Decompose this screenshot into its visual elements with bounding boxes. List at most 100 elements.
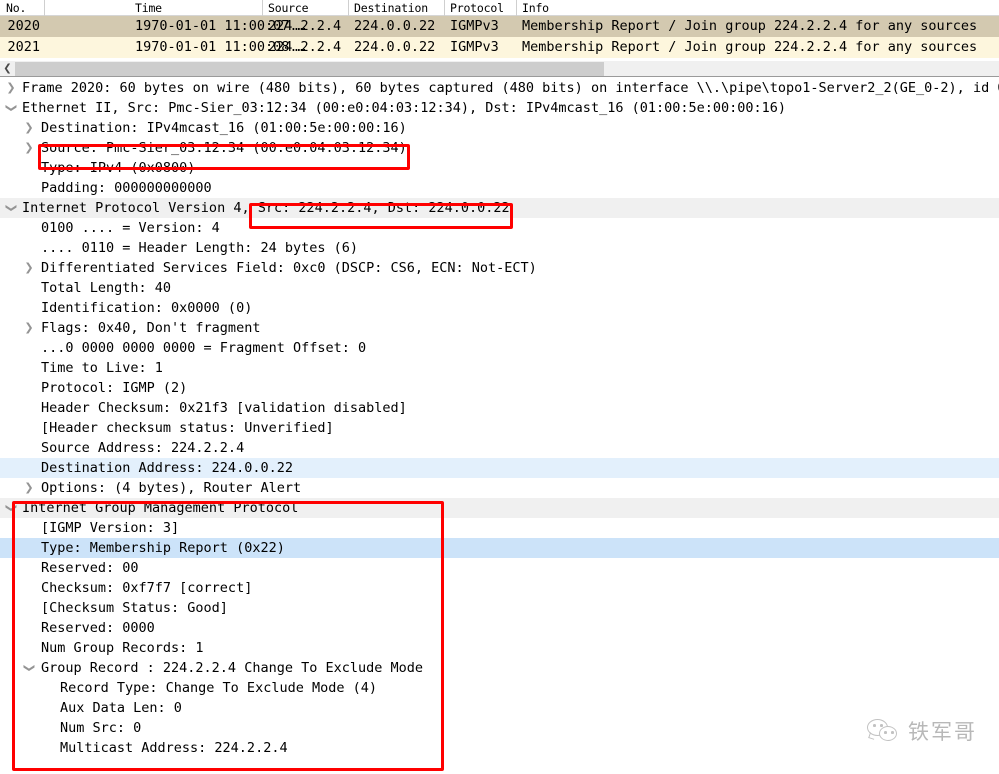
chevron-right-icon[interactable]: ❯ (22, 138, 36, 158)
detail-tree-row[interactable]: .... 0110 = Header Length: 24 bytes (6) (0, 238, 999, 258)
detail-tree-label: Source Address: 224.2.2.4 (41, 440, 245, 456)
detail-tree-label: Record Type: Change To Exclude Mode (4) (60, 680, 377, 696)
column-header-destination[interactable]: Destination (350, 1, 444, 16)
packet-detail-tree: ❯ Frame 2020: 60 bytes on wire (480 bits)… (0, 78, 999, 774)
detail-tree-row[interactable]: [IGMP Version: 3] (0, 518, 999, 538)
detail-tree-label: Padding: 000000000000 (41, 180, 212, 196)
detail-tree-row[interactable]: ❯ Destination: IPv4mcast_16 (01:00:5e:00:… (0, 118, 999, 138)
detail-tree-label: Multicast Address: 224.2.2.4 (60, 740, 288, 756)
detail-tree-label: Time to Live: 1 (41, 360, 163, 376)
detail-tree-label: Type: Membership Report (0x22) (41, 540, 285, 556)
detail-tree-row[interactable]: 0100 .... = Version: 4 (0, 218, 999, 238)
detail-tree-label: Header Checksum: 0x21f3 [validation disa… (41, 400, 407, 416)
column-separator[interactable] (348, 0, 349, 16)
detail-tree-row[interactable]: Multicast Address: 224.2.2.4 (0, 738, 999, 758)
detail-tree-row[interactable]: Reserved: 00 (0, 558, 999, 578)
detail-tree-row[interactable]: ❯ Frame 2020: 60 bytes on wire (480 bits)… (0, 78, 999, 98)
detail-tree-row[interactable]: ❯ Group Record : 224.2.2.4 Change To Excl… (0, 658, 999, 678)
detail-tree-row[interactable]: ❯ Source: Pmc-Sier_03:12:34 (00:e0:04:03:… (0, 138, 999, 158)
column-header-protocol[interactable]: Protocol (446, 1, 516, 16)
detail-tree-label: Ethernet II, Src: Pmc-Sier_03:12:34 (00:… (22, 100, 787, 116)
column-header-no[interactable]: No. (2, 1, 44, 16)
detail-tree-row[interactable]: Num Group Records: 1 (0, 638, 999, 658)
detail-tree-row[interactable]: ❯ Internet Group Management Protocol (0, 498, 999, 518)
detail-tree-row[interactable]: [Header checksum status: Unverified] (0, 418, 999, 438)
detail-tree-label: ...0 0000 0000 0000 = Fragment Offset: 0 (41, 340, 367, 356)
packet-list-hscrollbar[interactable]: ❮ (0, 61, 999, 77)
column-header-source[interactable]: Source (264, 1, 348, 16)
chevron-right-icon[interactable]: ❯ (22, 478, 36, 498)
packet-cell-no: 2020 (7, 18, 40, 34)
watermark: 铁军哥 (867, 716, 977, 746)
watermark-text: 铁军哥 (908, 720, 977, 744)
detail-tree-label: Destination: IPv4mcast_16 (01:00:5e:00:0… (41, 120, 407, 136)
chevron-down-icon[interactable]: ❯ (1, 101, 21, 115)
detail-tree-row[interactable]: ❯ Options: (4 bytes), Router Alert (0, 478, 999, 498)
packet-cell-source: 224.2.2.4 (268, 18, 342, 34)
detail-tree-row[interactable]: Reserved: 0000 (0, 618, 999, 638)
scroll-left-arrow-icon[interactable]: ❮ (0, 61, 15, 76)
detail-tree-row[interactable]: Source Address: 224.2.2.4 (0, 438, 999, 458)
detail-tree-row[interactable]: Protocol: IGMP (2) (0, 378, 999, 398)
detail-tree-label: Reserved: 0000 (41, 620, 155, 636)
detail-tree-row[interactable]: ❯ Internet Protocol Version 4, Src: 224.2… (0, 198, 999, 218)
detail-tree-label: Identification: 0x0000 (0) (41, 300, 253, 316)
packet-cell-info: Membership Report / Join group 224.2.2.4… (522, 18, 978, 34)
packet-cell-destination: 224.0.0.22 (354, 18, 436, 34)
detail-tree-row[interactable]: Identification: 0x0000 (0) (0, 298, 999, 318)
detail-tree-label: Reserved: 00 (41, 560, 139, 576)
chevron-right-icon[interactable]: ❯ (22, 118, 36, 138)
detail-tree-row[interactable]: Record Type: Change To Exclude Mode (4) (0, 678, 999, 698)
detail-tree-row[interactable]: Checksum: 0xf7f7 [correct] (0, 578, 999, 598)
chevron-right-icon[interactable]: ❯ (4, 78, 18, 98)
packet-list-pane: No. Time Source Destination Protocol Info 202… (0, 0, 999, 60)
detail-tree-label: Total Length: 40 (41, 280, 172, 296)
detail-tree-row[interactable]: ❯ Flags: 0x40, Don't fragment (0, 318, 999, 338)
detail-tree-label: Internet Group Management Protocol (22, 500, 299, 516)
wireshark-window: No. Time Source Destination Protocol Info 202… (0, 0, 999, 774)
detail-tree-label: Checksum: 0xf7f7 [correct] (41, 580, 253, 596)
chevron-right-icon[interactable]: ❯ (22, 318, 36, 338)
column-separator[interactable] (44, 0, 45, 16)
detail-tree-row[interactable]: ❯ Ethernet II, Src: Pmc-Sier_03:12:34 (00… (0, 98, 999, 118)
detail-tree-row[interactable]: Total Length: 40 (0, 278, 999, 298)
packet-cell-time: 1970-01-01 11:00:07.… (135, 18, 306, 34)
detail-tree-row[interactable]: Header Checksum: 0x21f3 [validation disa… (0, 398, 999, 418)
detail-tree-row[interactable]: Padding: 000000000000 (0, 178, 999, 198)
detail-tree-label: Differentiated Services Field: 0xc0 (DSC… (41, 260, 537, 276)
packet-cell-source: 224.2.2.4 (268, 39, 342, 55)
chevron-down-icon[interactable]: ❯ (19, 661, 39, 675)
chevron-down-icon[interactable]: ❯ (1, 501, 21, 515)
column-separator[interactable] (262, 0, 263, 16)
column-separator[interactable] (516, 0, 517, 16)
detail-tree-row[interactable]: ❯ Differentiated Services Field: 0xc0 (DS… (0, 258, 999, 278)
hscrollbar-thumb[interactable] (15, 62, 604, 76)
packet-cell-protocol: IGMPv3 (450, 39, 499, 55)
packet-row[interactable]: 2021 1970-01-01 11:00:08.… 224.2.2.4 224.0.… (0, 37, 999, 58)
packet-cell-info: Membership Report / Join group 224.2.2.4… (522, 39, 978, 55)
packet-list-rows: 2020 1970-01-01 11:00:07.… 224.2.2.4 224.0.… (0, 16, 999, 58)
chevron-down-icon[interactable]: ❯ (1, 201, 21, 215)
packet-cell-protocol: IGMPv3 (450, 18, 499, 34)
detail-tree-label: Flags: 0x40, Don't fragment (41, 320, 261, 336)
packet-cell-no: 2021 (7, 39, 40, 55)
detail-tree-label: [IGMP Version: 3] (41, 520, 180, 536)
column-header-info[interactable]: Info (518, 1, 999, 16)
detail-tree-row[interactable]: Type: Membership Report (0x22) (0, 538, 999, 558)
column-header-time[interactable]: Time (131, 1, 261, 16)
detail-tree-row[interactable]: Aux Data Len: 0 (0, 698, 999, 718)
packet-list-column-header[interactable]: No. Time Source Destination Protocol Info (0, 0, 999, 16)
detail-tree-row[interactable]: ...0 0000 0000 0000 = Fragment Offset: 0 (0, 338, 999, 358)
detail-tree-row[interactable]: Type: IPv4 (0x0800) (0, 158, 999, 178)
detail-tree-row[interactable]: [Checksum Status: Good] (0, 598, 999, 618)
packet-row[interactable]: 2020 1970-01-01 11:00:07.… 224.2.2.4 224.0.… (0, 16, 999, 37)
detail-tree-row[interactable]: Time to Live: 1 (0, 358, 999, 378)
chevron-right-icon[interactable]: ❯ (22, 258, 36, 278)
detail-tree-label: 0100 .... = Version: 4 (41, 220, 220, 236)
detail-tree-row[interactable]: Destination Address: 224.0.0.22 (0, 458, 999, 478)
detail-tree-row[interactable]: Num Src: 0 (0, 718, 999, 738)
detail-tree-label: Destination Address: 224.0.0.22 (41, 460, 293, 476)
detail-tree-label: Options: (4 bytes), Router Alert (41, 480, 302, 496)
detail-tree-label: Aux Data Len: 0 (60, 700, 182, 716)
column-separator[interactable] (444, 0, 445, 16)
